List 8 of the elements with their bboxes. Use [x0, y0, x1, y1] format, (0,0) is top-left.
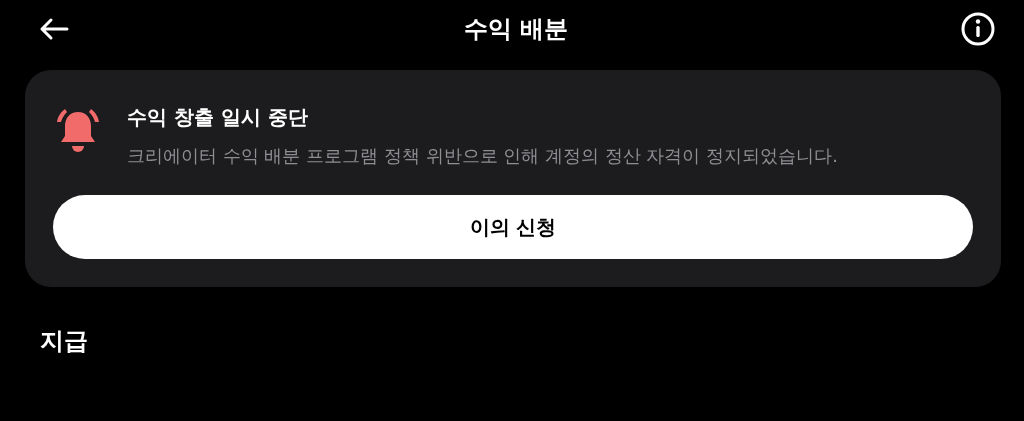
page-title: 수익 배분: [463, 14, 569, 45]
back-arrow-icon: [39, 17, 69, 41]
appeal-button[interactable]: 이의 신청: [53, 195, 973, 259]
info-icon: [961, 12, 995, 46]
section-title: 지급: [40, 326, 89, 357]
alert-message: 크리에이터 수익 배분 프로그램 정책 위반으로 인해 계정의 정산 자격이 정지되었습니다.: [127, 144, 839, 168]
info-button[interactable]: [960, 11, 996, 47]
alert-title: 수익 창출 일시 중단: [127, 104, 309, 131]
